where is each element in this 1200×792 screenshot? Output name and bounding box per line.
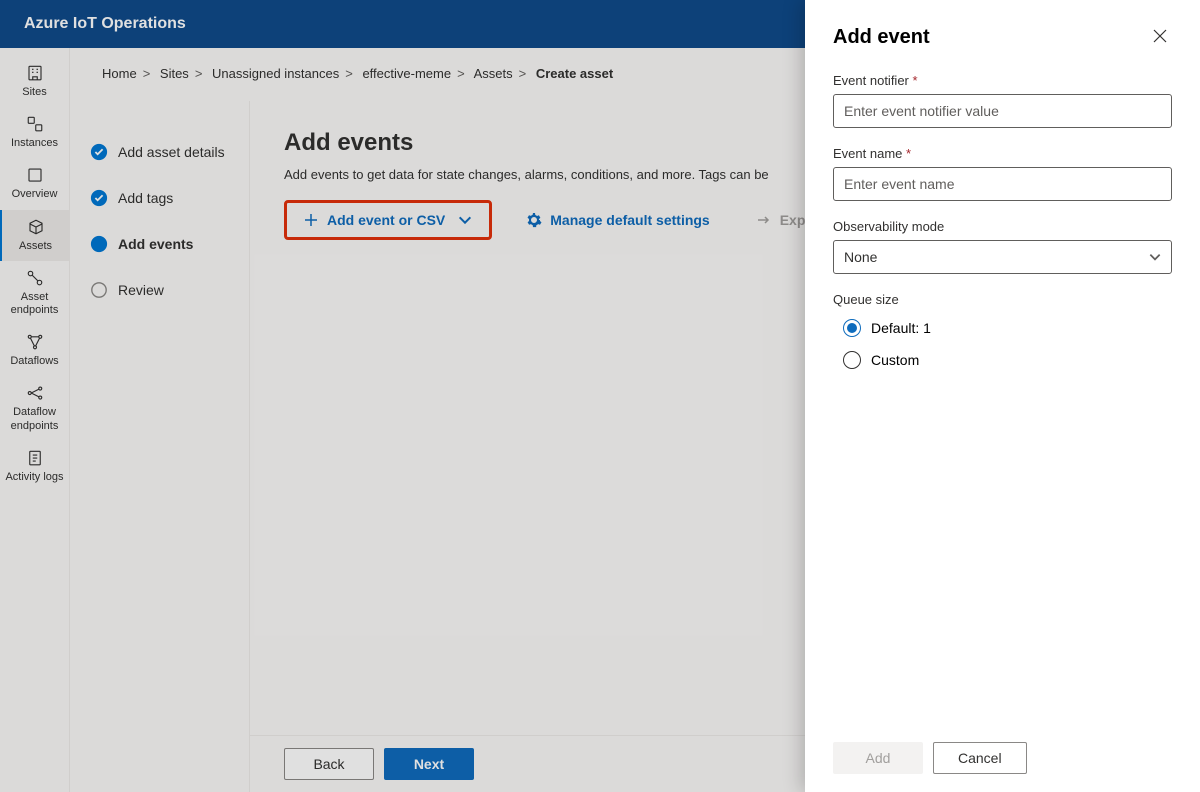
obs-select[interactable]: None bbox=[833, 240, 1172, 274]
obs-select-wrap[interactable]: None bbox=[833, 240, 1172, 274]
queue-custom-radio[interactable]: Custom bbox=[833, 345, 1172, 377]
radio-icon bbox=[843, 351, 861, 369]
name-input[interactable] bbox=[833, 167, 1172, 201]
queue-default-radio[interactable]: Default: 1 bbox=[833, 313, 1172, 345]
queue-label: Queue size bbox=[833, 292, 1172, 307]
close-icon bbox=[1152, 28, 1168, 44]
flyout-header: Add event bbox=[805, 0, 1200, 61]
notifier-label: Event notifier * bbox=[833, 73, 1172, 88]
name-group: Event name * bbox=[833, 146, 1172, 201]
notifier-input[interactable] bbox=[833, 94, 1172, 128]
flyout-add-button[interactable]: Add bbox=[833, 742, 923, 774]
obs-label: Observability mode bbox=[833, 219, 1172, 234]
notifier-group: Event notifier * bbox=[833, 73, 1172, 128]
name-label: Event name * bbox=[833, 146, 1172, 161]
queue-group: Queue size Default: 1 Custom bbox=[833, 292, 1172, 377]
add-event-flyout: Add event Event notifier * Event name * … bbox=[805, 0, 1200, 792]
flyout-cancel-button[interactable]: Cancel bbox=[933, 742, 1027, 774]
close-button[interactable] bbox=[1148, 24, 1172, 51]
obs-group: Observability mode None bbox=[833, 219, 1172, 274]
flyout-title: Add event bbox=[833, 26, 930, 49]
radio-icon bbox=[843, 319, 861, 337]
flyout-body: Event notifier * Event name * Observabil… bbox=[805, 61, 1200, 728]
flyout-footer: Add Cancel bbox=[805, 728, 1200, 792]
